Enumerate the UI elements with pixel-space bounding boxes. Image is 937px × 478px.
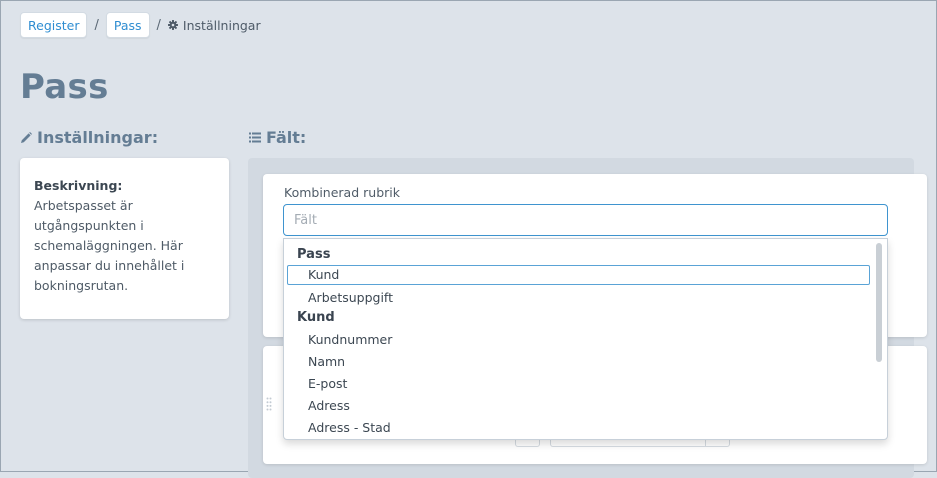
dropdown-group-header: Pass [297,247,331,262]
dropdown-option[interactable]: Arbetsuppgift [308,290,393,305]
dropdown-option[interactable]: Namn [308,354,345,369]
list-icon [249,132,261,143]
breadcrumb-separator: / [156,17,161,33]
field-search-input[interactable] [283,204,888,236]
dropdown-option-highlighted[interactable]: Kund [287,265,870,285]
breadcrumb-separator: / [94,17,99,33]
drag-handle-icon[interactable] [266,397,272,411]
dropdown-option[interactable]: Adress - Stad [308,420,391,435]
dropdown-option[interactable]: Adress [308,398,350,413]
description-line: Arbetspasset är [34,198,133,213]
page-title: Pass [20,67,109,107]
dropdown-scrollbar[interactable] [876,243,882,362]
dropdown-option[interactable]: Kundnummer [308,332,392,347]
breadcrumb: Register / Pass / Inställningar [20,12,261,38]
description-label: Beskrivning: [34,178,123,193]
fields-heading: Fält: [249,128,306,147]
dropdown-option[interactable]: E-post [308,376,347,391]
settings-heading-label: Inställningar: [37,128,159,147]
settings-heading: Inställningar: [20,128,158,147]
combined-heading-label: Kombinerad rubrik [284,185,400,200]
description-line: utgångspunkten i [34,218,144,233]
description-card: Beskrivning: Arbetspasset är utgångspunk… [20,158,229,319]
dropdown-group-header: Kund [297,310,335,325]
breadcrumb-current-label: Inställningar [182,17,261,33]
fields-heading-label: Fält: [266,128,307,147]
description-line: schemaläggningen. Här [34,238,183,253]
pencil-icon [21,131,32,143]
breadcrumb-register-link[interactable]: Register [20,12,88,38]
breadcrumb-pass-link[interactable]: Pass [105,12,150,38]
breadcrumb-current: Inställningar [167,17,261,33]
description-line: anpassar du innehållet i [34,258,185,273]
field-dropdown[interactable]: Pass Kund Arbetsuppgift Kund Kundnummer … [283,238,888,440]
gear-icon [167,20,178,30]
description-line: bokningsrutan. [34,278,129,293]
